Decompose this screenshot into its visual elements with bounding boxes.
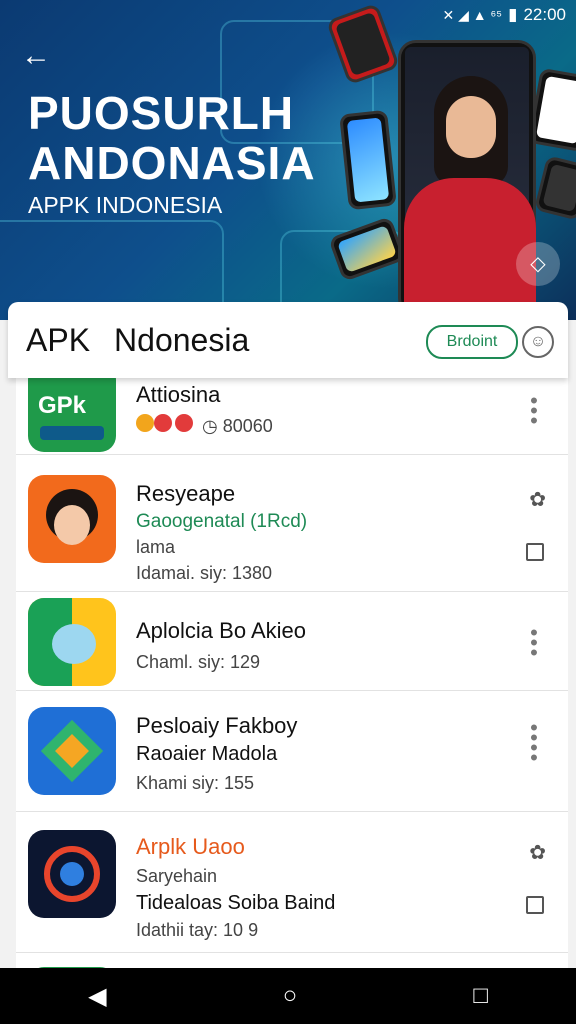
brand-part1: APK (26, 322, 91, 358)
app-list-item[interactable]: Aplolcia Bo Akieo Chaml. siy: 129 • • • (16, 592, 568, 691)
favorite-icon[interactable]: ✿ (529, 487, 546, 512)
app-stat: ◷ 80060 (202, 416, 273, 436)
app-description: Tidealoas Soiba Baind (136, 892, 336, 914)
back-arrow-icon[interactable]: ← (18, 38, 54, 74)
nav-home-icon[interactable]: ○ (283, 982, 298, 1010)
app-list: GPk Attiosina ◷ 80060 • • • Resyeape Gaoog… (16, 378, 568, 968)
tag-icon[interactable]: ◇ (516, 242, 560, 286)
hero-title-line2: ANDONASIA (28, 137, 316, 189)
hero-person-image (400, 70, 540, 320)
select-checkbox[interactable] (526, 543, 544, 561)
app-stat: Chaml. siy: 129 (136, 652, 261, 672)
app-developer: Raoaier Madola (136, 743, 278, 765)
app-icon-gpk: GPk (28, 378, 116, 452)
app-list-item[interactable]: Resyeape Gaoogenatal (1Rcd) lama Idamai.… (16, 455, 568, 592)
app-stat: Idathii tay: 10 9 (136, 920, 259, 940)
app-developer: Saryehain (136, 866, 218, 886)
battery-icon: ▮ (508, 5, 518, 24)
system-nav-bar: ◀ ○ □ (0, 968, 576, 1024)
hero-title: PUOSURLH ANDONASIA (28, 88, 316, 188)
hero-title-line1: PUOSURLH (28, 87, 295, 139)
app-stat: Idamai. siy: 1380 (136, 563, 273, 583)
app-list-item[interactable]: GPk Attiosina ◷ 80060 • • • (16, 378, 568, 455)
nav-back-icon[interactable]: ◀ (88, 982, 106, 1011)
rating-badges (136, 414, 193, 437)
app-name: Aplolcia Bo Akieo (136, 618, 306, 643)
gpk-icon-text: GPk (38, 392, 87, 419)
app-icon-aplolcia (28, 598, 116, 686)
more-options-icon[interactable]: • • • • (524, 717, 544, 769)
app-developer: lama (136, 537, 176, 557)
app-name: Attiosina (136, 382, 221, 407)
app-list-item[interactable]: Arplk Uaoo Saryehain Tidealoas Soiba Bai… (16, 812, 568, 953)
app-name: Arplk Uaoo (136, 834, 245, 859)
clock: 22:00 (523, 5, 566, 24)
status-bar: ✕ ◢ ▲ ⁶⁵ ▮ 22:00 (0, 0, 576, 30)
app-name: Pesloaiy Fakboy (136, 713, 298, 738)
app-icon-resyeape (28, 475, 116, 563)
floating-phone (533, 155, 576, 221)
hero-subtitle: APPK INDONESIA (28, 192, 223, 218)
app-stat: Khami siy: 155 (136, 773, 255, 793)
status-icons: ✕ ◢ ▲ ⁶⁵ (442, 6, 503, 23)
brand-title: APK Ndonesia (26, 322, 249, 359)
app-icon-pesloaiy (28, 707, 116, 795)
account-icon[interactable]: ☺ (522, 326, 554, 358)
pill-button[interactable]: Brdoint (426, 325, 518, 359)
app-list-item[interactable] (16, 953, 568, 968)
app-icon-arplk (28, 830, 116, 918)
floating-phone (339, 109, 397, 211)
favorite-icon[interactable]: ✿ (529, 840, 546, 865)
app-list-item[interactable]: Pesloaiy Fakboy Raoaier Madola Khami siy… (16, 691, 568, 812)
nav-recents-icon[interactable]: □ (473, 982, 488, 1010)
app-category: Gaoogenatal (1Rcd) (136, 511, 308, 532)
app-name: Resyeape (136, 481, 236, 506)
hero-banner: ← PUOSURLH ANDONASIA APPK INDONESIA ◇ (0, 0, 576, 320)
select-checkbox[interactable] (526, 896, 544, 914)
more-options-icon[interactable]: • • • (524, 390, 544, 432)
more-options-icon[interactable]: • • • (524, 622, 544, 664)
brand-part2: Ndonesia (114, 322, 250, 358)
app-bar: APK Ndonesia Brdoint ☺ (8, 302, 568, 378)
